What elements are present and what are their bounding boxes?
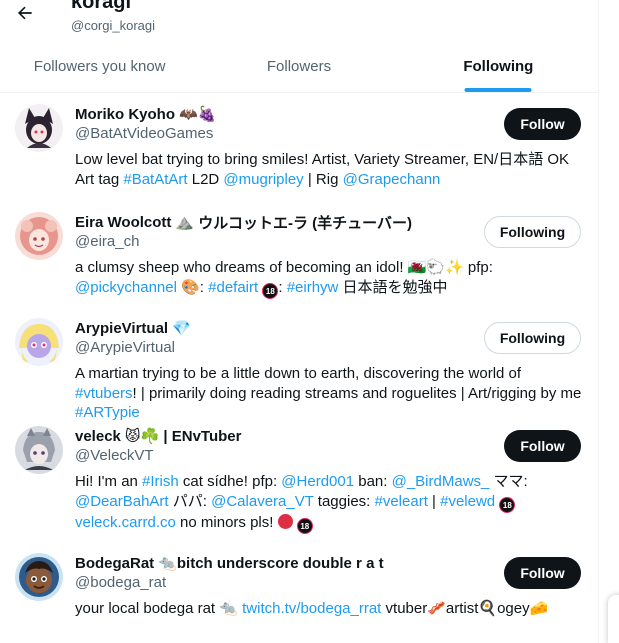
bio-text: A martian trying to be a little down to … — [75, 365, 522, 382]
avatar[interactable] — [15, 553, 63, 601]
bio-text: taggies: — [313, 492, 375, 510]
adult-content-icon: 18 — [499, 496, 516, 513]
profile-title: koragi — [71, 0, 132, 13]
bio-link[interactable]: #BatAtArt — [123, 171, 187, 188]
bio-text: | Rig — [303, 170, 343, 188]
tab-label: Following — [463, 58, 534, 75]
bio-link[interactable]: @Herd001 — [281, 473, 354, 490]
avatar[interactable] — [15, 318, 63, 366]
bio-link[interactable]: #velewd — [440, 493, 495, 510]
bio-link[interactable]: twitch.tv/bodega_rrat — [242, 600, 381, 617]
bio-text: | — [427, 492, 441, 510]
avatar[interactable] — [15, 212, 63, 260]
tab-label: Followers — [266, 58, 332, 75]
follow-button[interactable]: Follow — [504, 430, 581, 462]
name-emoji: ⛰️ — [175, 214, 195, 231]
bio-link[interactable]: @_BirdMaws_ — [392, 473, 490, 490]
following-column: koragi @corgi_koragi Followers you know F… — [0, 0, 599, 643]
user-bio: Low level bat trying to bring smiles! Ar… — [75, 150, 585, 189]
follow-button[interactable]: Follow — [504, 557, 581, 589]
back-button[interactable] — [8, 0, 42, 30]
name-emoji: 🦇🍇 — [179, 106, 217, 123]
user-display-name: veleck — [75, 427, 121, 445]
name-emoji: 🐀 — [158, 555, 177, 572]
avatar[interactable] — [15, 426, 63, 474]
bio-link[interactable]: #Irish — [142, 473, 179, 490]
user-list: Moriko Kyoho 🦇🍇 @BatAtVideoGames Low level … — [0, 92, 598, 643]
stop-sign-icon — [277, 513, 293, 529]
user-bio: a clumsy sheep who dreams of becoming an… — [75, 258, 585, 299]
user-display-name-suffix: | ENvTuber — [159, 427, 242, 445]
user-cell-arypievirtual[interactable]: ArypieVirtual 💎 @ArypieVirtual A martian tr… — [0, 306, 598, 421]
bio-text: ban: — [354, 473, 392, 490]
user-display-name: Eira Woolcott — [75, 213, 172, 231]
user-bio: Hi! I'm an #Irish cat sídhe! pfp: @Herd0… — [75, 472, 585, 534]
user-cell-batatvideogames[interactable]: Moriko Kyoho 🦇🍇 @BatAtVideoGames Low level … — [0, 92, 598, 200]
bio-link[interactable]: veleck.carrd.co — [75, 514, 176, 531]
bio-link[interactable]: #veleart — [375, 493, 428, 510]
bio-text: cat sídhe! pfp: — [178, 473, 282, 490]
bio-link[interactable]: #eirhyw — [287, 279, 339, 296]
user-bio: your local bodega rat 🐀 twitch.tv/bodega… — [75, 599, 585, 619]
user-display-name-suffix: bitch underscore double r a t — [176, 554, 384, 572]
tab-following[interactable]: Following — [399, 45, 598, 92]
bio-text: パパ: — [168, 492, 212, 510]
adult-content-icon: 18 — [296, 517, 313, 534]
following-button[interactable]: Following — [484, 216, 581, 248]
tab-label: Followers you know — [33, 58, 166, 75]
user-display-name: Moriko Kyoho — [75, 105, 175, 123]
bio-text — [293, 514, 297, 531]
bio-link[interactable]: #defairt — [208, 279, 258, 296]
user-display-name-suffix: ウルコットエ-ラ (羊チューバー) — [194, 214, 412, 232]
bio-link[interactable]: @pickychannel — [75, 279, 177, 296]
name-emoji: 💎 — [172, 320, 191, 337]
bio-link[interactable]: @mugripley — [223, 171, 303, 188]
bio-link[interactable]: #vtubers — [75, 385, 133, 402]
bio-text: ! | primarily doing reading streams and … — [132, 384, 582, 402]
tab-followers[interactable]: Followers — [199, 45, 398, 92]
avatar[interactable] — [15, 104, 63, 152]
bio-link[interactable]: @Calavera_VT — [211, 493, 314, 510]
bio-text: : — [278, 278, 287, 296]
bio-text: no minors pls! — [175, 513, 278, 531]
user-cell-bodega-rat[interactable]: BodegaRat 🐀 bitch underscore double r a t @… — [0, 541, 598, 643]
page: koragi @corgi_koragi Followers you know F… — [0, 0, 619, 643]
bio-text: your local bodega rat 🐀 — [75, 600, 243, 617]
bio-text: Hi! I'm an — [75, 473, 143, 490]
user-display-name: BodegaRat — [75, 554, 155, 572]
name-emoji: 😾☘️ — [124, 428, 160, 445]
following-button[interactable]: Following — [484, 322, 581, 354]
tab-followers-you-know[interactable]: Followers you know — [0, 45, 199, 92]
tab-bar: Followers you know Followers Following — [0, 45, 598, 93]
user-cell-veleckvt[interactable]: veleck 😾☘️ | ENvTuber @VeleckVT Hi! I'm an … — [0, 414, 598, 541]
profile-handle: @corgi_koragi — [71, 18, 156, 33]
bio-text: vtuber🥓artist🍳ogey🧀 — [381, 600, 549, 617]
profile-header: koragi @corgi_koragi — [0, 0, 598, 45]
scroll-to-top-button[interactable] — [608, 595, 619, 643]
user-display-name: ArypieVirtual — [75, 319, 169, 337]
arrow-left-icon — [18, 6, 32, 20]
bio-link[interactable]: @Grapechann — [343, 171, 441, 188]
bio-text: 🎨: — [176, 278, 209, 296]
bio-text: L2D — [187, 170, 224, 188]
bio-text: ママ: — [489, 473, 528, 490]
follow-button[interactable]: Follow — [504, 108, 581, 140]
user-cell-eira-ch[interactable]: Eira Woolcott ⛰️ ウルコットエ-ラ (羊チューバー) @eira_c… — [0, 200, 598, 306]
bio-text: 日本語を勉強中 — [338, 278, 448, 296]
bio-link[interactable]: @DearBahArt — [75, 493, 169, 510]
adult-content-icon: 18 — [262, 282, 279, 299]
bio-text: a clumsy sheep who dreams of becoming an… — [75, 259, 493, 276]
